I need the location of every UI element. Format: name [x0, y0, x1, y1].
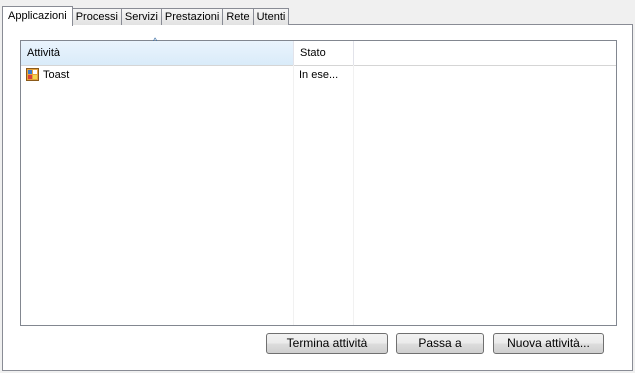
column-header-stato[interactable]: Stato — [294, 41, 354, 65]
table-row[interactable]: Toast In ese... — [21, 66, 616, 85]
tab-prestazioni[interactable]: Prestazioni — [160, 8, 224, 25]
tab-servizi[interactable]: Servizi — [120, 8, 162, 25]
tab-rete[interactable]: Rete — [222, 8, 254, 25]
new-task-button[interactable]: Nuova attività... — [493, 333, 604, 354]
task-name: Toast — [43, 69, 70, 81]
tab-strip: Applicazioni Processi Servizi Prestazion… — [2, 4, 290, 26]
column-header-attivita-label: Attività — [27, 47, 61, 59]
list-header: ^ Attività Stato — [21, 36, 616, 66]
column-header-stato-label: Stato — [300, 47, 326, 59]
end-task-button[interactable]: Termina attività — [266, 333, 388, 354]
task-status: In ese... — [299, 69, 339, 81]
switch-to-button[interactable]: Passa a — [396, 333, 484, 354]
app-window-icon — [26, 68, 39, 81]
column-divider — [293, 65, 294, 325]
tab-processi[interactable]: Processi — [71, 8, 122, 25]
tab-utenti[interactable]: Utenti — [252, 8, 290, 25]
task-list[interactable]: ^ Attività Stato Toast In ese... — [20, 36, 617, 326]
tab-applicazioni[interactable]: Applicazioni — [2, 6, 73, 26]
column-header-attivita[interactable]: ^ Attività — [21, 36, 294, 65]
column-divider — [353, 65, 354, 325]
sort-ascending-icon: ^ — [153, 36, 158, 46]
